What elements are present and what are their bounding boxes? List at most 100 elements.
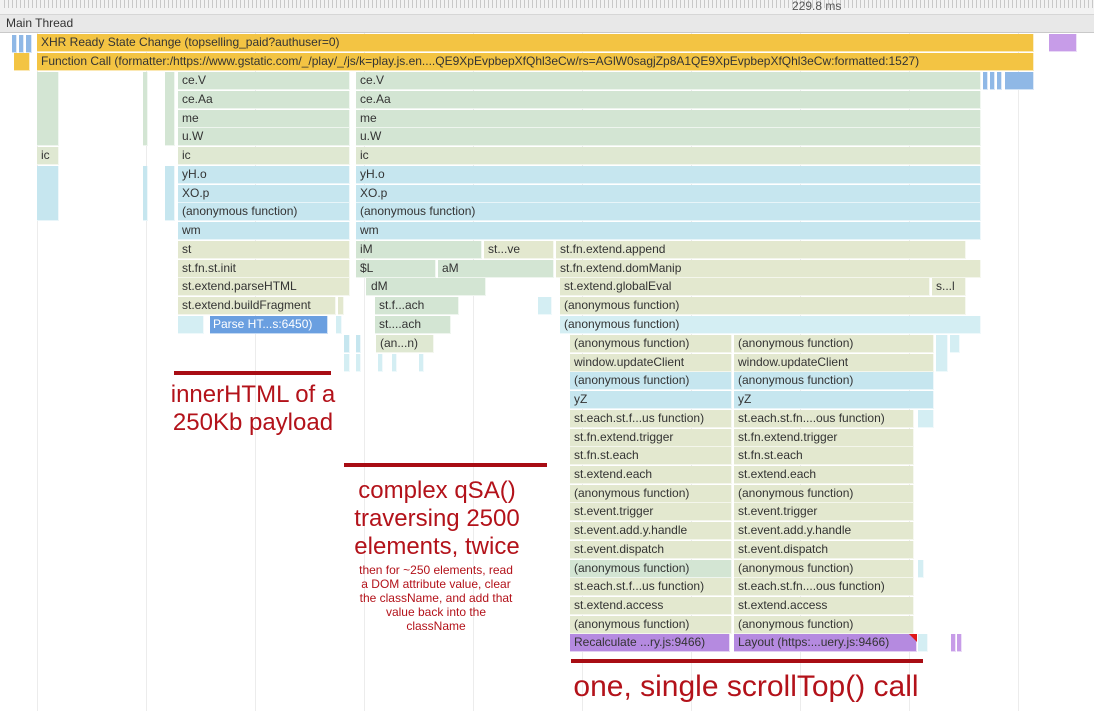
flame-slice[interactable] [1005,72,1034,90]
flame-slice[interactable] [1049,34,1077,52]
flame-slice[interactable]: yH.o [178,166,350,184]
flame-slice[interactable] [950,335,960,353]
flame-slice[interactable]: ce.V [356,72,981,90]
flame-slice[interactable]: u.W [356,128,981,146]
flame-slice[interactable]: st.extend.access [734,597,914,615]
parse-html-slice[interactable]: Parse HT...s:6450) [210,316,328,334]
flame-slice[interactable]: (an...n) [376,335,434,353]
flame-slice[interactable]: st.event.trigger [570,503,732,521]
main-thread-header[interactable]: Main Thread [0,15,1094,33]
flame-slice[interactable]: wm [178,222,350,240]
flame-slice[interactable] [336,316,342,334]
flame-slice[interactable]: (anonymous function) [570,560,732,578]
flame-slice[interactable]: st.extend.buildFragment [178,297,336,315]
flame-slice[interactable] [26,35,32,53]
flame-slice[interactable]: (anonymous function) [570,372,732,390]
flame-slice[interactable]: ce.Aa [178,91,350,109]
flame-slice[interactable]: st.fn.extend.trigger [734,429,914,447]
flame-slice[interactable]: st....ach [375,316,451,334]
flame-slice[interactable] [918,410,934,428]
flame-slice[interactable]: st.extend.parseHTML [178,278,350,296]
flame-slice[interactable] [983,72,988,90]
flame-slice[interactable]: (anonymous function) [570,485,732,503]
flame-slice[interactable]: st.event.add.y.handle [734,522,914,540]
flame-slice[interactable]: st.event.dispatch [570,541,732,559]
flame-slice[interactable]: st.extend.each [570,466,732,484]
flame-slice[interactable]: (anonymous function) [734,335,934,353]
flame-slice[interactable] [14,53,30,71]
function-call-event[interactable]: Function Call (formatter:/https://www.gs… [37,53,1034,71]
flame-slice[interactable]: st.event.add.y.handle [570,522,732,540]
flame-slice[interactable] [37,166,59,221]
flame-slice[interactable] [957,634,962,652]
flame-slice[interactable]: st.fn.st.each [734,447,914,465]
flame-slice[interactable]: ce.V [178,72,350,90]
flame-slice[interactable]: aM [438,260,554,278]
flame-slice[interactable] [338,297,344,315]
flame-slice[interactable]: iM [356,241,482,259]
flame-slice[interactable]: me [356,110,981,128]
flame-slice[interactable]: st.fn.extend.trigger [570,429,732,447]
flame-slice[interactable]: st.fn.extend.append [556,241,966,259]
flame-slice[interactable]: ce.Aa [356,91,981,109]
flame-slice[interactable]: st.each.st.f...us function) [570,410,732,428]
flame-slice[interactable]: st.each.st.f...us function) [570,578,732,596]
flame-slice[interactable]: window.updateClient [734,354,934,372]
flame-slice[interactable]: st.extend.globalEval [560,278,930,296]
flame-slice[interactable]: (anonymous function) [734,372,934,390]
flame-slice[interactable] [344,354,350,372]
flame-slice[interactable]: st.each.st.fn....ous function) [734,578,914,596]
recalculate-style-slice[interactable]: Recalculate ...ry.js:9466) [570,634,730,652]
flame-slice[interactable]: XO.p [356,185,981,203]
flame-slice[interactable]: st.fn.st.each [570,447,732,465]
flame-slice[interactable]: (anonymous function) [356,203,981,221]
flame-slice[interactable] [344,335,350,353]
flame-slice[interactable]: XO.p [178,185,350,203]
flame-slice[interactable]: s...l [932,278,966,296]
flame-slice[interactable] [538,297,552,315]
flame-slice[interactable]: (anonymous function) [734,560,914,578]
flame-slice[interactable]: ic [37,147,59,165]
flame-slice[interactable] [378,354,383,372]
flame-slice[interactable]: ic [178,147,350,165]
layout-slice-wrapper[interactable]: Layout (https:...uery.js:9466) [734,634,917,652]
flame-slice[interactable] [19,35,24,53]
flame-slice[interactable]: st.fn.st.init [178,260,350,278]
flame-slice[interactable]: wm [356,222,981,240]
flame-slice[interactable] [392,354,397,372]
flame-slice[interactable] [143,166,148,221]
flame-slice[interactable]: yZ [570,391,732,409]
flame-slice[interactable]: st.f...ach [375,297,459,315]
flame-slice[interactable]: yZ [734,391,934,409]
xhr-ready-state-event[interactable]: XHR Ready State Change (topselling_paid?… [37,34,1034,52]
flame-slice[interactable]: $L [356,260,436,278]
flame-slice[interactable] [936,335,948,372]
flame-slice[interactable]: (anonymous function) [570,616,732,634]
flame-slice[interactable]: st.each.st.fn....ous function) [734,410,914,428]
flame-slice[interactable] [143,72,148,146]
flame-slice[interactable]: dM [366,278,486,296]
flame-slice[interactable]: u.W [178,128,350,146]
flame-slice[interactable] [997,72,1002,90]
flame-slice[interactable]: (anonymous function) [734,616,914,634]
flame-slice[interactable]: st.event.trigger [734,503,914,521]
flame-slice[interactable]: (anonymous function) [560,316,981,334]
flame-slice[interactable]: window.updateClient [570,354,732,372]
flame-slice[interactable] [356,354,361,372]
flame-slice[interactable] [419,354,424,372]
flame-slice[interactable]: ic [356,147,981,165]
flame-slice[interactable]: (anonymous function) [560,297,966,315]
flame-slice[interactable] [12,35,17,53]
flame-slice[interactable] [165,72,175,146]
flame-slice[interactable] [990,72,995,90]
flame-slice[interactable] [356,335,361,353]
flame-slice[interactable] [165,166,175,221]
flame-slice[interactable] [918,634,928,652]
flame-slice[interactable] [178,316,204,334]
flame-slice[interactable]: st.fn.extend.domManip [556,260,981,278]
flame-slice[interactable]: st [178,241,350,259]
flame-slice[interactable] [37,72,59,146]
flame-slice[interactable]: st.extend.each [734,466,914,484]
flame-slice[interactable]: st.extend.access [570,597,732,615]
flame-slice[interactable]: st.event.dispatch [734,541,914,559]
